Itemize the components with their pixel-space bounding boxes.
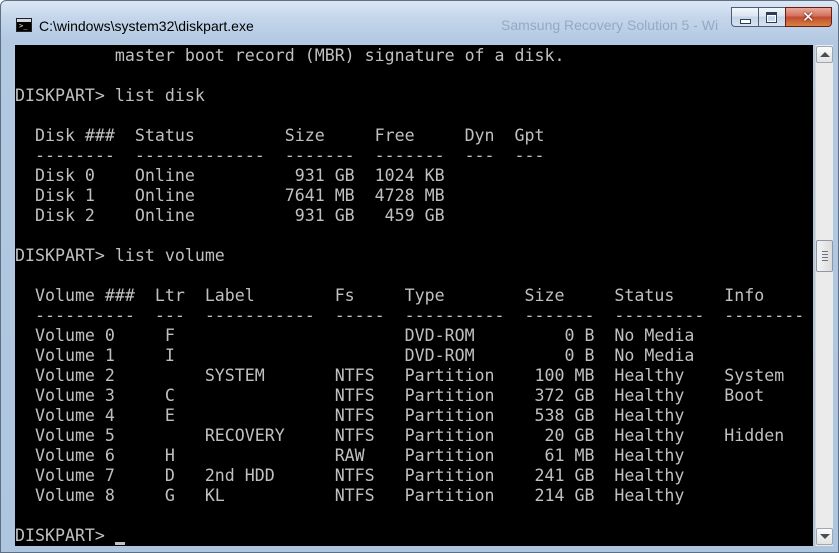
console-line: Volume 4 E NTFS Partition 538 GB Healthy: [15, 406, 685, 425]
console-line: Volume 7 D 2nd HDD NTFS Partition 241 GB…: [15, 466, 685, 485]
maximize-button[interactable]: [758, 7, 785, 27]
console-window: Samsung Recovery Solution 5 - Wi >_ C:\w…: [0, 0, 839, 553]
maximize-icon: [766, 12, 777, 23]
console-line: master boot record (MBR) signature of a …: [15, 46, 565, 65]
title-bar[interactable]: Samsung Recovery Solution 5 - Wi >_ C:\w…: [1, 1, 838, 45]
window-controls: ✕: [731, 7, 832, 29]
console-line: Volume ### Ltr Label Fs Type Size Status…: [15, 286, 765, 305]
scroll-down-button[interactable]: [816, 528, 833, 545]
vertical-scrollbar[interactable]: [815, 45, 833, 546]
console-line: Disk ### Status Size Free Dyn Gpt: [15, 126, 545, 145]
minimize-button[interactable]: [731, 7, 758, 27]
scroll-up-arrow-icon: [820, 52, 830, 57]
window-title: C:\windows\system32\diskpart.exe: [39, 18, 254, 34]
console-line: Volume 0 F DVD-ROM 0 B No Media: [15, 326, 695, 345]
console-output[interactable]: master boot record (MBR) signature of a …: [15, 45, 813, 546]
window-bottom-border: [1, 546, 838, 553]
console-line: Volume 3 C NTFS Partition 372 GB Healthy…: [15, 386, 765, 405]
console-line: DISKPART>: [15, 526, 804, 546]
console-line: Disk 1 Online 7641 MB 4728 MB: [15, 186, 445, 205]
console-line: Volume 8 G KL NTFS Partition 214 GB Heal…: [15, 486, 685, 505]
console-line: Disk 0 Online 931 GB 1024 KB: [15, 166, 445, 185]
console-line: DISKPART> list disk: [15, 86, 205, 105]
console-line: Volume 2 SYSTEM NTFS Partition 100 MB He…: [15, 366, 785, 385]
console-line: Volume 5 RECOVERY NTFS Partition 20 GB H…: [15, 426, 785, 445]
close-button[interactable]: ✕: [785, 7, 832, 27]
console-line: -------- ------------- ------- ------- -…: [15, 146, 545, 165]
scroll-up-button[interactable]: [816, 46, 833, 63]
console-line: Volume 1 I DVD-ROM 0 B No Media: [15, 346, 695, 365]
text-cursor: [114, 542, 125, 545]
console-lines: master boot record (MBR) signature of a …: [15, 46, 804, 546]
console-line: ---------- --- ----------- ----- -------…: [15, 306, 805, 325]
console-line: DISKPART> list volume: [15, 246, 225, 265]
scroll-thumb[interactable]: [816, 240, 833, 273]
scroll-down-arrow-icon: [820, 534, 830, 539]
minimize-icon: [740, 19, 751, 24]
console-line: Volume 6 H RAW Partition 61 MB Healthy: [15, 446, 685, 465]
command-prompt-icon[interactable]: >_: [16, 18, 32, 32]
close-icon: ✕: [802, 8, 815, 26]
console-line: Disk 2 Online 931 GB 459 GB: [15, 206, 445, 225]
